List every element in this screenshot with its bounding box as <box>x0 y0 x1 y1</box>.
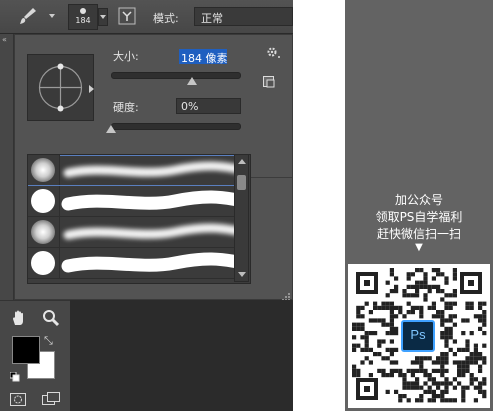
qr-code[interactable]: Ps <box>348 264 490 408</box>
hard-round-brush-icon <box>31 189 55 213</box>
collapse-arrows-icon[interactable]: « <box>2 35 7 44</box>
swap-colors-icon[interactable]: ⤡ <box>44 334 53 348</box>
brush-tip-preview[interactable] <box>27 54 94 121</box>
hardness-slider-thumb[interactable] <box>106 125 116 133</box>
size-input[interactable]: 184 像素 <box>179 49 228 65</box>
soft-round-brush-icon <box>31 220 55 244</box>
mode-label: 模式: <box>153 12 179 25</box>
ps-logo-icon: Ps <box>401 320 435 352</box>
photoshop-window: 184 模式: 正常 « ⤡ 大小: 184 像素 硬度: 0% <box>0 0 293 411</box>
brush-tool-icon[interactable] <box>18 6 38 26</box>
brush-preset-picker[interactable]: 184 <box>68 4 98 30</box>
zoom-tool-icon[interactable] <box>42 309 60 327</box>
brush-preview-dot <box>80 8 86 14</box>
quick-mask-icon[interactable] <box>10 391 26 406</box>
brush-preset-panel: 大小: 184 像素 硬度: 0% <box>14 34 293 301</box>
brush-preset-row[interactable] <box>28 155 248 186</box>
hard-round-brush-icon <box>31 251 55 275</box>
promo-line-3: 赶快微信扫一扫 <box>376 227 461 241</box>
size-value: 184 像素 <box>181 52 228 65</box>
brush-stroke-preview <box>61 190 245 211</box>
brush-tip-thumbnail <box>28 248 60 278</box>
scroll-thumb[interactable] <box>237 175 246 190</box>
hand-tool-icon[interactable] <box>10 309 28 327</box>
tool-preset-dropdown-icon[interactable] <box>49 14 55 18</box>
brush-stroke-preview <box>63 223 243 240</box>
promo-arrow: ▼ <box>415 242 423 253</box>
options-bar: 184 模式: 正常 <box>0 0 293 34</box>
brush-preset-row[interactable] <box>28 248 248 279</box>
brush-stroke-preview <box>61 252 245 273</box>
brush-tip-thumbnail <box>28 186 60 216</box>
canvas-area[interactable] <box>71 300 293 411</box>
promo-line-1: 加公众号 <box>394 193 443 207</box>
new-preset-icon[interactable] <box>263 73 275 88</box>
brush-tip-thumbnail <box>28 217 60 247</box>
brush-picker-dropdown-icon[interactable] <box>98 8 108 26</box>
brush-panel-toggle-icon[interactable] <box>118 7 136 25</box>
size-slider-thumb[interactable] <box>186 77 197 85</box>
brush-preset-list <box>27 154 251 284</box>
resize-grip-icon[interactable] <box>281 287 291 301</box>
settings-gear-icon[interactable] <box>266 45 282 59</box>
size-slider-track[interactable] <box>111 72 241 79</box>
default-colors-icon[interactable] <box>9 367 20 382</box>
hardness-slider-track[interactable] <box>111 123 241 130</box>
scroll-up-icon[interactable] <box>238 159 246 164</box>
mode-select-value: 正常 <box>201 12 223 25</box>
brush-size-number: 184 <box>75 16 91 25</box>
brush-stroke-preview <box>63 161 243 178</box>
hardness-input[interactable]: 0% <box>176 98 241 114</box>
hardness-value: 0% <box>181 100 199 113</box>
mode-select[interactable]: 正常 <box>194 7 293 26</box>
angle-arrow-icon <box>89 85 94 93</box>
promo-line-2: 领取PS自学福利 <box>375 210 463 224</box>
foreground-color-swatch[interactable] <box>12 336 40 364</box>
brush-preset-row[interactable] <box>28 217 248 248</box>
brush-preset-row[interactable] <box>28 186 248 217</box>
scroll-down-icon[interactable] <box>238 272 246 277</box>
size-label: 大小: <box>113 50 139 63</box>
ps-logo-text: Ps <box>410 327 426 342</box>
brush-tip-thumbnail <box>28 155 60 185</box>
hardness-label: 硬度: <box>113 101 139 114</box>
tools-panel: ⤡ <box>0 300 70 411</box>
preset-scrollbar[interactable] <box>234 154 249 282</box>
soft-round-brush-icon <box>31 158 55 182</box>
screen-mode-icon[interactable] <box>42 391 60 405</box>
